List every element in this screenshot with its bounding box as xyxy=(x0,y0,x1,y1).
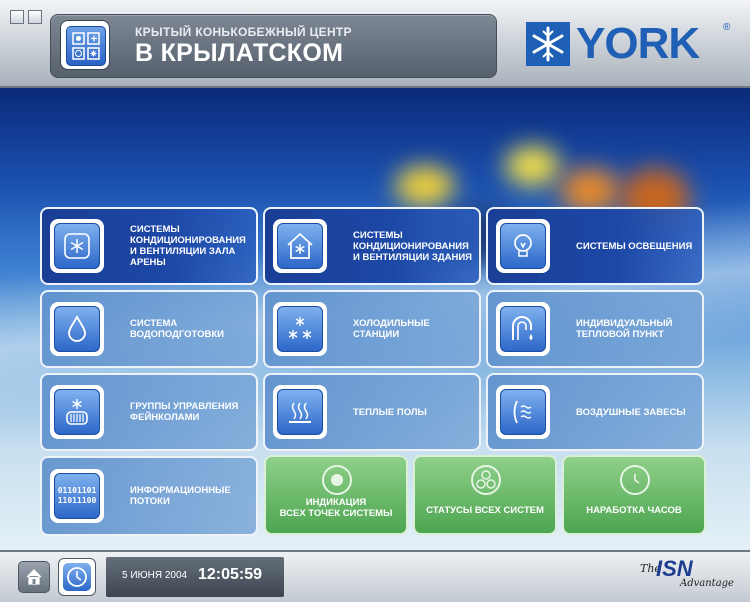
tile-label: ВОЗДУШНЫЕ ЗАВЕСЫ xyxy=(576,406,686,418)
fan-coil-icon xyxy=(50,385,104,439)
isn-advantage-logo: The ISN Advantage xyxy=(640,556,740,596)
faucet-icon xyxy=(496,302,550,356)
tile-lighting[interactable]: СИСТЕМЫ ОСВЕЩЕНИЯ xyxy=(486,207,704,285)
home-icon xyxy=(26,569,42,585)
title-subtitle: КРЫТЫЙ КОНЬКОБЕЖНЫЙ ЦЕНТР xyxy=(135,25,352,39)
datetime-panel: 5 ИЮНЯ 2004 12:05:59 xyxy=(106,557,284,597)
tile-arena-hvac[interactable]: СИСТЕМЫ КОНДИЦИОНИРОВАНИЯ И ВЕНТИЛЯЦИИ З… xyxy=(40,207,258,285)
tile-label-line-1: ИНДИКАЦИЯ xyxy=(305,497,367,508)
tile-label: ИНФОРМАЦИОННЫЕ ПОТОКИ xyxy=(130,485,231,507)
house-snowflake-icon xyxy=(273,219,327,273)
heated-floor-icon xyxy=(273,385,327,439)
app-icon xyxy=(61,21,109,69)
title-panel: КРЫТЫЙ КОНЬКОБЕЖНЫЙ ЦЕНТР В КРЫЛАТСКОМ xyxy=(50,14,497,78)
tile-refrigeration[interactable]: ХОЛОДИЛЬНЫЕ СТАНЦИИ xyxy=(263,290,481,368)
york-wordmark: YORK xyxy=(576,19,700,68)
snowflake-logo-icon xyxy=(526,22,570,66)
york-logo: YORK ® xyxy=(526,19,736,68)
registered-mark: ® xyxy=(723,22,731,33)
tile-label: ТЕПЛЫЕ ПОЛЫ xyxy=(353,406,427,418)
tile-statuses-all-systems[interactable]: СТАТУСЫ ВСЕХ СИСТЕМ xyxy=(413,455,557,535)
page-title: В КРЫЛАТСКОМ xyxy=(135,39,344,67)
tile-building-hvac[interactable]: СИСТЕМЫ КОНДИЦИОНИРОВАНИЯ И ВЕНТИЛЯЦИИ З… xyxy=(263,207,481,285)
clock-icon xyxy=(67,567,87,587)
current-time: 12:05:59 xyxy=(198,566,263,583)
tile-label: НАРАБОТКА ЧАСОВ xyxy=(586,505,682,516)
binary-text-2: 11011100 xyxy=(57,496,97,505)
home-button[interactable] xyxy=(18,561,50,593)
tile-label: ИНДИКАЦИЯ ВСЕХ ТОЧЕК СИСТЕМЫ xyxy=(266,497,406,519)
tile-label: СИСТЕМА ВОДОПОДГОТОВКИ xyxy=(130,318,224,340)
tile-heat-point[interactable]: ИНДИВИДУАЛЬНЫЙ ТЕПЛОВОЙ ПУНКТ xyxy=(486,290,704,368)
current-date: 5 ИЮНЯ 2004 xyxy=(122,570,188,581)
clock-icon xyxy=(620,465,650,495)
air-curtain-icon xyxy=(496,385,550,439)
tile-label: ХОЛОДИЛЬНЫЕ СТАНЦИИ xyxy=(353,318,430,340)
binary-data-icon: 01101101 11011100 xyxy=(50,469,104,523)
clock-button[interactable] xyxy=(58,558,96,596)
logo-advantage: Advantage xyxy=(680,578,734,589)
lightbulb-icon xyxy=(496,219,550,273)
binary-text-1: 01101101 xyxy=(57,486,97,495)
tile-label: СТАТУСЫ ВСЕХ СИСТЕМ xyxy=(426,505,544,516)
tile-label-line-2: ВСЕХ ТОЧЕК СИСТЕМЫ xyxy=(279,508,393,519)
snowflakes-icon xyxy=(273,302,327,356)
tile-indication-all-points[interactable]: ИНДИКАЦИЯ ВСЕХ ТОЧЕК СИСТЕМЫ xyxy=(264,455,408,535)
window-button-1[interactable] xyxy=(10,10,24,24)
three-circles-icon xyxy=(471,465,501,495)
window-button-2[interactable] xyxy=(28,10,42,24)
tile-water-treatment[interactable]: СИСТЕМА ВОДОПОДГОТОВКИ xyxy=(40,290,258,368)
tile-label: СИСТЕМЫ ОСВЕЩЕНИЯ xyxy=(576,240,693,252)
tile-label: СИСТЕМЫ КОНДИЦИОНИРОВАНИЯ И ВЕНТИЛЯЦИИ З… xyxy=(353,229,472,263)
tile-heated-floors[interactable]: ТЕПЛЫЕ ПОЛЫ xyxy=(263,373,481,451)
target-icon xyxy=(322,465,352,495)
header-bar: КРЫТЫЙ КОНЬКОБЕЖНЫЙ ЦЕНТР В КРЫЛАТСКОМ Y… xyxy=(0,0,750,88)
water-drop-icon xyxy=(50,302,104,356)
tile-label: ИНДИВИДУАЛЬНЫЙ ТЕПЛОВОЙ ПУНКТ xyxy=(576,318,673,340)
tile-air-curtains[interactable]: ВОЗДУШНЫЕ ЗАВЕСЫ xyxy=(486,373,704,451)
tile-operating-hours[interactable]: НАРАБОТКА ЧАСОВ xyxy=(562,455,706,535)
tile-info-flows[interactable]: 01101101 11011100 ИНФОРМАЦИОННЫЕ ПОТОКИ xyxy=(40,456,258,536)
tile-fan-coils[interactable]: ГРУППЫ УПРАВЛЕНИЯ ФЕЙНКОЛАМИ xyxy=(40,373,258,451)
footer-bar: 5 ИЮНЯ 2004 12:05:59 The ISN Advantage xyxy=(0,550,750,602)
tile-label: СИСТЕМЫ КОНДИЦИОНИРОВАНИЯ И ВЕНТИЛЯЦИИ З… xyxy=(130,224,246,268)
tile-label: ГРУППЫ УПРАВЛЕНИЯ ФЕЙНКОЛАМИ xyxy=(130,401,239,423)
snowflake-panel-icon xyxy=(50,219,104,273)
